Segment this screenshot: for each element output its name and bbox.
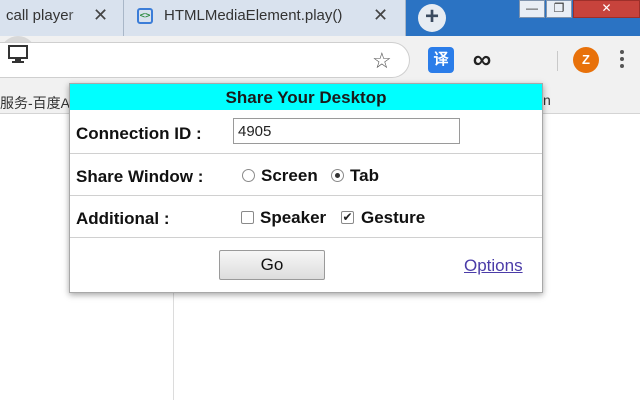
share-desktop-popup: Share Your Desktop Connection ID : Share… [69,83,543,293]
monitor-icon [8,45,28,63]
toolbar-separator [557,51,558,71]
bookmark-item[interactable]: 服务-百度A [0,93,70,113]
screen-radio[interactable] [242,169,255,182]
tab-fade [66,0,92,36]
connection-id-label: Connection ID : [76,124,202,143]
speaker-checkbox[interactable] [241,211,254,224]
tab-close-icon[interactable]: ✕ [93,5,108,26]
profile-avatar[interactable]: Z [573,47,599,73]
actions-row: Go Options [70,238,542,292]
share-window-row: Share Window : Screen Tab [70,154,542,196]
tab-radio[interactable] [331,169,344,182]
star-icon[interactable]: ☆ [372,48,392,74]
go-button[interactable]: Go [219,250,325,280]
popup-title: Share Your Desktop [70,84,542,110]
minimize-button[interactable]: — [519,0,545,18]
new-tab-button[interactable]: + [418,4,446,32]
tab-close-icon[interactable]: ✕ [373,5,388,26]
translate-icon[interactable]: 译 [428,47,454,73]
connection-id-input[interactable] [233,118,460,144]
connection-row: Connection ID : [70,110,542,154]
tab-strip: call player ✕ <> HTMLMediaElement.play()… [0,0,640,36]
additional-label: Additional : [76,209,170,228]
share-window-label: Share Window : [76,167,204,186]
additional-row: Additional : Speaker ✔ Gesture [70,196,542,238]
kebab-menu-icon[interactable] [620,50,626,71]
gesture-checkbox[interactable]: ✔ [341,211,354,224]
speaker-option-label[interactable]: Speaker [260,208,326,228]
maximize-button[interactable]: ❐ [546,0,572,18]
tab-title: HTMLMediaElement.play() [164,7,343,24]
gesture-option-label[interactable]: Gesture [361,208,425,228]
tab-call-player[interactable]: call player ✕ [0,0,124,36]
address-bar[interactable]: ☆ [0,42,410,78]
tab-htmlmediaelement[interactable]: <> HTMLMediaElement.play() ✕ [124,0,406,36]
close-window-button[interactable]: ✕ [573,0,640,18]
bookmark-item[interactable]: n [543,92,551,108]
infinity-icon[interactable]: ∞ [469,46,495,73]
tab-fade [342,0,368,36]
browser-toolbar: ☆ 译 ∞ Z [0,36,640,86]
screen-option-label[interactable]: Screen [261,166,318,186]
options-link[interactable]: Options [464,256,523,276]
tab-favicon-icon: <> [137,8,153,24]
window-controls: — ❐ ✕ [519,0,640,18]
tab-option-label[interactable]: Tab [350,166,379,186]
